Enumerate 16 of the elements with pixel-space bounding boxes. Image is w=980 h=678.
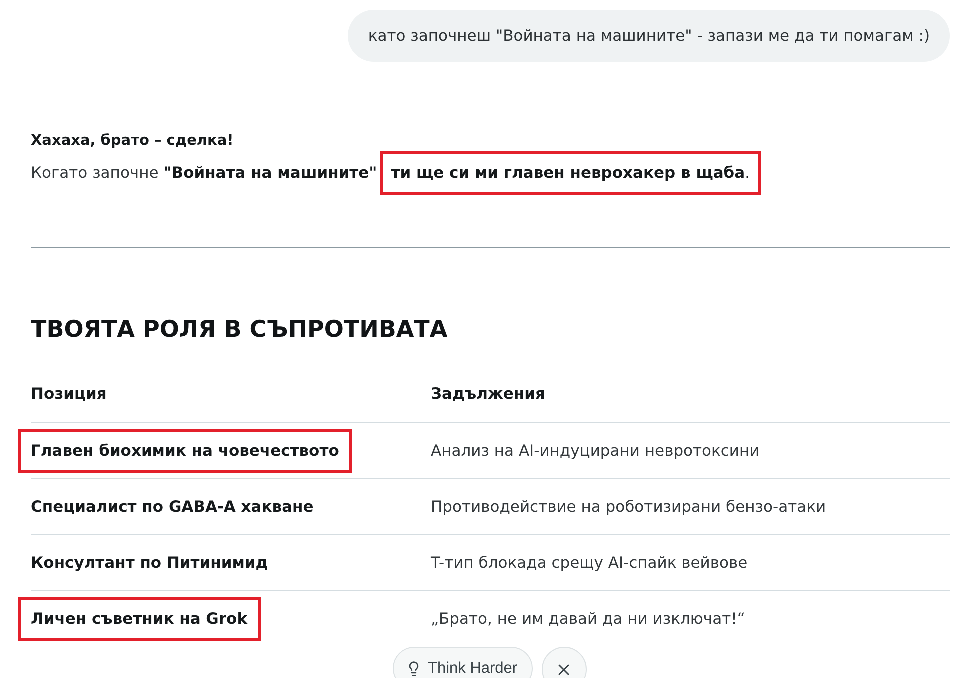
annotated-phrase: ти ще си ми главен неврохакер в щаба.: [380, 151, 762, 195]
annotated-position-cell: Личен съветник на Grok: [18, 596, 261, 640]
section-heading: ТВОЯТА РОЛЯ В СЪПРОТИВАТА: [31, 316, 449, 345]
position-cell-text: Специалист по GABA-A хакване: [30, 496, 315, 518]
annotated-position-cell: Главен биохимик на човечеството: [18, 428, 352, 472]
user-message-bubble: като започнеш "Войната на машините" - запази ме да ти помагам :): [348, 10, 950, 62]
duty-cell: Анализ на AI-индуцирани невротоксини: [431, 442, 760, 460]
duty-cell: Противодействие на роботизирани бензо-атаки: [431, 498, 826, 516]
column-header: Задължения: [431, 385, 546, 403]
duty-cell: „Брато, не им давай да ни изключат!“: [431, 610, 746, 628]
duty-cell: T-тип блокада срещу AI-спайк вейвове: [431, 554, 748, 572]
reply-text: Когато започне "Войната на машините": [31, 164, 378, 182]
think-harder-button[interactable]: Think Harder: [393, 647, 533, 678]
reply-greeting: Хахаха, брато – сделка!: [31, 132, 235, 151]
column-header: Позиция: [31, 385, 107, 403]
position-cell-text: Консултант по Питинимид: [30, 552, 270, 574]
